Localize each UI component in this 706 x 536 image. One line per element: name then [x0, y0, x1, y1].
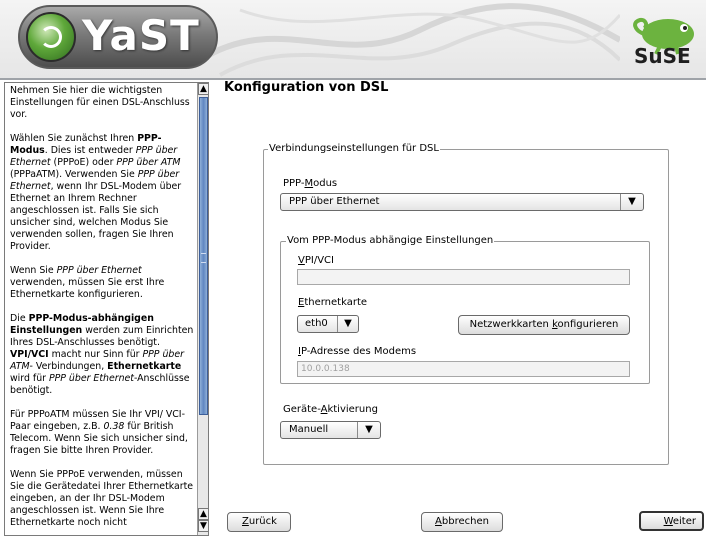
help-paragraph: Wenn Sie PPPoE verwenden, müssen Sie die…	[10, 469, 194, 528]
combo-arrow-icon: ▼	[620, 194, 643, 210]
help-paragraph: Die PPP-Modus-abhängigen Einstellungen w…	[10, 313, 194, 396]
configure-network-cards-button[interactable]: Netzwerkkarten konfigurieren	[458, 315, 630, 335]
banner-swirl-decoration	[200, 3, 620, 77]
modem-ip-input[interactable]: 10.0.0.138	[297, 361, 630, 377]
ppp-mode-select[interactable]: PPP über Ethernet ▼	[280, 193, 644, 211]
vpi-vci-label: VPI/VCI	[298, 255, 334, 266]
abort-button[interactable]: Abbrechen	[421, 512, 503, 532]
combo-arrow-icon: ▼	[337, 316, 358, 332]
scroll-up-icon[interactable]: ▲	[198, 508, 208, 520]
header-banner: YaST SuSE	[0, 0, 706, 78]
back-button[interactable]: Zurück	[227, 512, 291, 532]
device-activation-value: Manuell	[289, 424, 329, 435]
modem-ip-label: IP-Adresse des Modems	[298, 346, 417, 357]
scroll-up-icon[interactable]: ▲	[198, 83, 208, 95]
vpi-vci-input[interactable]	[297, 269, 630, 285]
scrollbar-thumb[interactable]	[199, 97, 208, 415]
help-paragraph: Für PPPoATM müssen Sie Ihr VPI/ VCI-Paar…	[10, 409, 188, 456]
device-activation-select[interactable]: Manuell ▼	[280, 421, 381, 439]
yast-logo: YaST	[18, 5, 218, 69]
device-activation-label: Geräte-Aktivierung	[283, 404, 378, 415]
help-text: Nehmen Sie hier die wichtigsten Einstell…	[10, 85, 194, 535]
ppp-mode-value: PPP über Ethernet	[289, 196, 380, 207]
suse-logo-text: SuSE	[634, 44, 691, 68]
help-paragraph: Wählen Sie zunächst Ihren PPP-Modus. Die…	[10, 133, 182, 252]
next-button[interactable]: Weiter	[639, 511, 704, 531]
ethernet-card-value: eth0	[305, 318, 328, 329]
page-title: Konfiguration von DSL	[224, 80, 389, 95]
help-paragraph: Nehmen Sie hier die wichtigsten Einstell…	[10, 85, 190, 120]
ethernet-card-select[interactable]: eth0 ▼	[297, 315, 359, 333]
help-scrollbar[interactable]: ▲ ▲ ▼	[197, 83, 208, 535]
ppp-dependent-label: Vom PPP-Modus abhängige Einstellungen	[286, 235, 495, 246]
yast-logo-icon	[26, 12, 76, 62]
yast-logo-text: YaST	[82, 11, 200, 60]
scroll-down-icon[interactable]: ▼	[198, 520, 208, 532]
help-pane[interactable]: Nehmen Sie hier die wichtigsten Einstell…	[4, 82, 209, 536]
ethernet-card-label: Ethernetkarte	[298, 297, 368, 308]
connection-settings-label: Verbindungseinstellungen für DSL	[268, 143, 440, 154]
help-paragraph: Wenn Sie PPP über Ethernet verwenden, mü…	[10, 265, 165, 300]
ppp-mode-label: PPP-Modus	[283, 178, 338, 189]
combo-arrow-icon: ▼	[357, 422, 380, 438]
